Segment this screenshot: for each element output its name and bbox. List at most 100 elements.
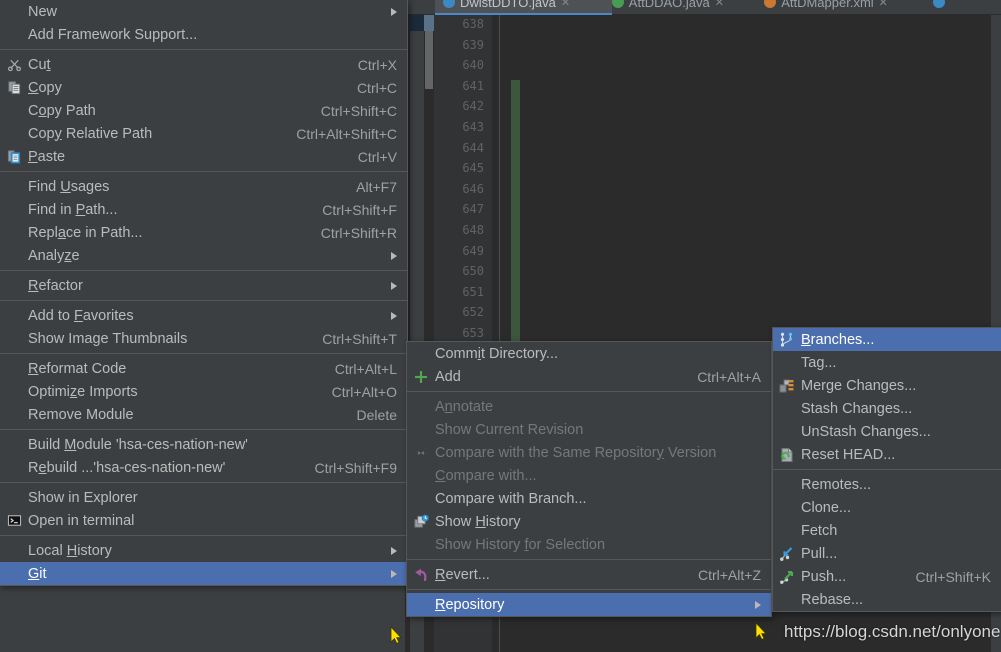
menu-item-copy[interactable]: Copy Ctrl+C [0, 76, 407, 99]
menu-item-find-usages[interactable]: Find Usages Alt+F7 [0, 175, 407, 198]
menu-separator [0, 429, 407, 430]
menu-item-tag[interactable]: Tag... [773, 351, 1001, 374]
menu-item-cut[interactable]: Cut Ctrl+X [0, 53, 407, 76]
menu-separator [773, 469, 1001, 470]
editor-tab-attddao-java[interactable]: AttDDAO.java ✕ [604, 0, 764, 13]
menu-item-refactor[interactable]: Refactor [0, 274, 407, 297]
menu-item-show-image-thumbnails[interactable]: Show Image Thumbnails Ctrl+Shift+T [0, 327, 407, 350]
menu-item-shortcut: Ctrl+Alt+Shift+C [296, 125, 397, 142]
menu-item-clone[interactable]: Clone... [773, 496, 1001, 519]
editor-tab-dwistddto-java[interactable]: DwistDDTO.java ✕ [435, 0, 612, 15]
menu-item-unstash-changes[interactable]: UnStash Changes... [773, 420, 1001, 443]
menu-item-label: Copy [28, 79, 62, 96]
git-submenu[interactable]: Commit Directory... Add Ctrl+Alt+A Annotate… [406, 341, 772, 617]
menu-item-add-to-favorites[interactable]: Add to Favorites [0, 304, 407, 327]
menu-item-stash-changes[interactable]: Stash Changes... [773, 397, 1001, 420]
editor-scrollbar-thumb[interactable] [425, 31, 433, 89]
menu-item-label: Git [28, 565, 47, 582]
menu-item-rebuild-hsa-ces-nation-new[interactable]: Rebuild ...'hsa-ces-nation-new' Ctrl+Shif… [0, 456, 407, 479]
menu-item-no-icon [407, 399, 435, 415]
line-number: 651 [462, 284, 484, 299]
menu-item-commit-directory[interactable]: Commit Directory... [407, 342, 771, 365]
menu-item-no-icon [0, 361, 28, 377]
menu-item-shortcut: Ctrl+Shift+F [322, 201, 397, 218]
editor-tab-label: AttDDAO.java [628, 0, 710, 10]
menu-item-no-icon [407, 346, 435, 362]
menu-item-label: Remove Module [28, 406, 134, 423]
menu-item-open-in-terminal[interactable]: Open in terminal [0, 509, 407, 532]
menu-item-shortcut: Ctrl+Alt+Z [697, 566, 761, 583]
editor-tab-overflow[interactable] [925, 0, 967, 13]
menu-item-copy-path[interactable]: Copy Path Ctrl+Shift+C [0, 99, 407, 122]
menu-item-label: Find in Path... [28, 201, 118, 218]
menu-item-label: Build Module 'hsa-ces-nation-new' [28, 436, 248, 453]
menu-item-add[interactable]: Add Ctrl+Alt+A [407, 365, 771, 388]
menu-item-git[interactable]: Git [0, 562, 407, 585]
menu-item-copy-relative-path[interactable]: Copy Relative Path Ctrl+Alt+Shift+C [0, 122, 407, 145]
menu-item-show-history[interactable]: Show History [407, 510, 771, 533]
file-type-icon [764, 0, 777, 8]
menu-item-rebase[interactable]: Rebase... [773, 588, 1001, 611]
menu-item-add-framework-support[interactable]: Add Framework Support... [0, 23, 407, 46]
menu-separator [407, 559, 771, 560]
menu-item-show-in-explorer[interactable]: Show in Explorer [0, 486, 407, 509]
menu-item-label: Rebase... [801, 591, 864, 608]
menu-item-shortcut: Ctrl+Shift+C [320, 102, 397, 119]
menu-item-compare-with: Compare with... [407, 464, 771, 487]
menu-item-compare-with-the-same-repository-version: Compare with the Same Repository Version [407, 441, 771, 464]
menu-item-label: Optimize Imports [28, 383, 138, 400]
menu-item-label: Add Framework Support... [28, 26, 198, 43]
menu-item-compare-with-branch[interactable]: Compare with Branch... [407, 487, 771, 510]
menu-item-optimize-imports[interactable]: Optimize Imports Ctrl+Alt+O [0, 380, 407, 403]
menu-item-push[interactable]: Push... Ctrl+Shift+K [773, 565, 1001, 588]
editor-tab-bar: DwistDDTO.java ✕ AttDDAO.java ✕ AttDMapper.x… [405, 0, 1001, 15]
menu-item-no-icon [773, 401, 801, 417]
menu-item-revert[interactable]: Revert... Ctrl+Alt+Z [407, 563, 771, 586]
close-icon[interactable]: ✕ [879, 0, 888, 9]
menu-separator [0, 353, 407, 354]
menu-item-shortcut: Alt+F7 [356, 178, 397, 195]
line-number: 648 [462, 222, 484, 237]
menu-item-label: Show in Explorer [28, 489, 138, 506]
compare-icon [407, 445, 435, 461]
menu-item-build-module-hsa-ces-nation-new[interactable]: Build Module 'hsa-ces-nation-new' [0, 433, 407, 456]
menu-item-local-history[interactable]: Local History [0, 539, 407, 562]
menu-item-shortcut: Ctrl+V [357, 148, 397, 165]
menu-item-no-icon [773, 500, 801, 516]
menu-item-merge-changes[interactable]: Merge Changes... [773, 374, 1001, 397]
menu-item-no-icon [0, 437, 28, 453]
menu-item-find-in-path[interactable]: Find in Path... Ctrl+Shift+F [0, 198, 407, 221]
line-number: 643 [462, 119, 484, 134]
menu-item-replace-in-path[interactable]: Replace in Path... Ctrl+Shift+R [0, 221, 407, 244]
menu-item-reset-head[interactable]: Reset HEAD... [773, 443, 1001, 466]
menu-item-new[interactable]: New [0, 0, 407, 23]
history-icon [407, 514, 435, 530]
editor-tab-attdmapper-xml[interactable]: AttDMapper.xml ✕ [756, 0, 933, 13]
menu-item-remotes[interactable]: Remotes... [773, 473, 1001, 496]
menu-item-no-icon [0, 248, 28, 264]
menu-item-no-icon [0, 407, 28, 423]
line-number: 650 [462, 264, 484, 279]
repository-submenu[interactable]: Branches... Tag... Merge Changes... Stash C… [772, 327, 1001, 612]
close-icon[interactable]: ✕ [561, 0, 570, 9]
menu-item-remove-module[interactable]: Remove Module Delete [0, 403, 407, 426]
context-menu[interactable]: New Add Framework Support... Cut Ctrl+X Copy… [0, 0, 408, 586]
menu-item-repository[interactable]: Repository [407, 593, 771, 616]
menu-item-label: Show History for Selection [435, 536, 606, 553]
menu-item-fetch[interactable]: Fetch [773, 519, 1001, 542]
menu-item-reformat-code[interactable]: Reformat Code Ctrl+Alt+L [0, 357, 407, 380]
vcs-change-marker [511, 80, 520, 348]
menu-item-no-icon [0, 384, 28, 400]
menu-item-label: Rebuild ...'hsa-ces-nation-new' [28, 459, 226, 476]
menu-item-label: Reset HEAD... [801, 446, 896, 463]
menu-item-analyze[interactable]: Analyze [0, 244, 407, 267]
menu-item-pull[interactable]: Pull... [773, 542, 1001, 565]
revert-icon [407, 567, 435, 583]
menu-item-label: Copy Path [28, 102, 96, 119]
line-number: 652 [462, 305, 484, 320]
menu-item-branches[interactable]: Branches... [773, 328, 1001, 351]
menu-item-paste[interactable]: Paste Ctrl+V [0, 145, 407, 168]
menu-item-label: New [28, 3, 58, 20]
close-icon[interactable]: ✕ [715, 0, 724, 9]
line-number: 640 [462, 58, 484, 73]
